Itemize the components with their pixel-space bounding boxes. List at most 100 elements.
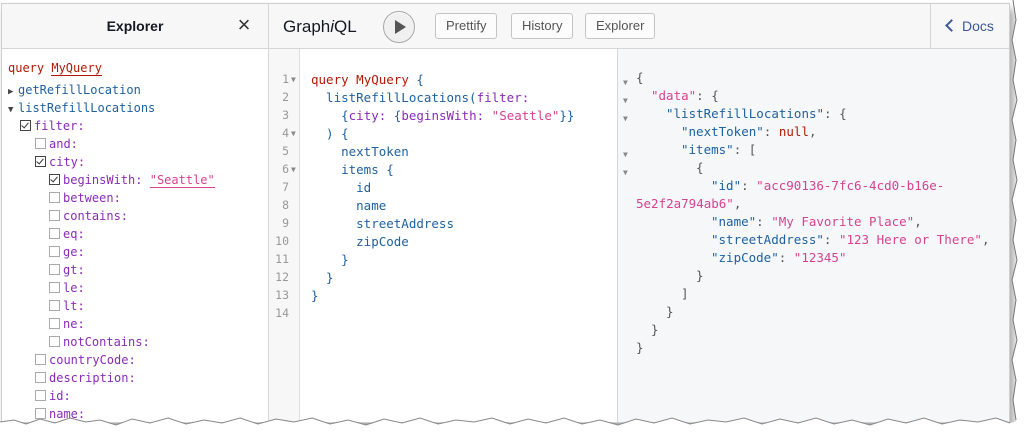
checkbox-icon[interactable] bbox=[49, 282, 60, 293]
result-line: { bbox=[636, 70, 644, 85]
code-line: query MyQuery { bbox=[311, 72, 424, 87]
close-icon[interactable]: × bbox=[234, 13, 254, 37]
code-line: items { bbox=[311, 162, 394, 177]
explorer-arg-le[interactable]: le: bbox=[8, 279, 268, 297]
line-number: 2 bbox=[282, 90, 289, 104]
fold-marker-icon[interactable]: ▼ bbox=[623, 114, 628, 123]
history-button[interactable]: History bbox=[511, 13, 574, 39]
explorer-field-getrefilllocation[interactable]: ▶ getRefillLocation bbox=[8, 81, 268, 99]
code-line: name bbox=[311, 198, 387, 213]
query-keyword: query bbox=[8, 61, 45, 75]
line-number: 9 bbox=[282, 216, 289, 230]
explorer-panel: Explorer × query MyQuery ▶ getRefillLocat… bbox=[2, 4, 269, 422]
code-line: } bbox=[311, 252, 349, 267]
explorer-arg-notcontains[interactable]: notContains: bbox=[8, 333, 268, 351]
result-line: "data": { bbox=[651, 88, 719, 103]
result-viewer[interactable]: ▼ ▼ ▼ ▼ ▼ { "data": { "listRefillLocatio… bbox=[618, 49, 1009, 422]
explorer-arg-ge[interactable]: ge: bbox=[8, 243, 268, 261]
explorer-arg-filter[interactable]: filter: bbox=[8, 117, 268, 135]
result-line: "listRefillLocations": { bbox=[666, 106, 847, 121]
code-line: streetAddress bbox=[311, 216, 454, 231]
checkbox-icon[interactable] bbox=[49, 300, 60, 311]
code-line: ) { bbox=[311, 126, 349, 141]
checkbox-icon[interactable] bbox=[49, 336, 60, 347]
checkbox-icon[interactable] bbox=[49, 228, 60, 239]
result-line: "zipCode": "12345" bbox=[711, 250, 847, 265]
line-number: 10 bbox=[275, 234, 289, 248]
prettify-button[interactable]: Prettify bbox=[435, 13, 498, 39]
explorer-field-listrefilllocations[interactable]: ▼ listRefillLocations bbox=[8, 99, 268, 117]
checkbox-icon[interactable] bbox=[35, 138, 46, 149]
explorer-arg-beginswith[interactable]: beginsWith: "Seattle" bbox=[8, 171, 268, 189]
checkbox-icon[interactable] bbox=[49, 318, 60, 329]
explorer-title: Explorer bbox=[106, 18, 164, 34]
result-line: "nextToken": null, bbox=[681, 124, 817, 139]
explorer-tree: query MyQuery ▶ getRefillLocation ▼ listRe… bbox=[2, 49, 268, 422]
result-line: { bbox=[696, 160, 704, 175]
code-line: } bbox=[311, 288, 319, 303]
code-line: listRefillLocations(filter: bbox=[311, 90, 530, 105]
result-line: } bbox=[696, 268, 704, 283]
line-number: 6 bbox=[282, 162, 289, 176]
explorer-button[interactable]: Explorer bbox=[585, 13, 656, 39]
beginswith-value-input[interactable]: "Seattle" bbox=[149, 173, 215, 188]
fold-marker-icon[interactable]: ▼ bbox=[623, 78, 628, 87]
line-number: 3 bbox=[282, 108, 289, 122]
result-line: } bbox=[651, 322, 659, 337]
line-number: 5 bbox=[282, 144, 289, 158]
checkbox-checked-icon[interactable] bbox=[49, 174, 60, 185]
fold-marker-icon[interactable]: ▼ bbox=[291, 165, 296, 174]
explorer-header: Explorer × bbox=[2, 4, 268, 49]
checkbox-icon[interactable] bbox=[49, 264, 60, 275]
explorer-arg-and[interactable]: and: bbox=[8, 135, 268, 153]
explorer-arg-city[interactable]: city: bbox=[8, 153, 268, 171]
fold-marker-icon[interactable]: ▼ bbox=[291, 75, 296, 84]
line-number: 7 bbox=[282, 180, 289, 194]
result-line: 5e2f2a794ab6", bbox=[636, 196, 742, 211]
graphiql-window: Explorer × query MyQuery ▶ getRefillLocat… bbox=[1, 3, 1010, 423]
checkbox-icon[interactable] bbox=[49, 246, 60, 257]
explorer-arg-description[interactable]: description: bbox=[8, 369, 268, 387]
explorer-arg-ne[interactable]: ne: bbox=[8, 315, 268, 333]
result-line: "items": [ bbox=[681, 142, 757, 157]
explorer-arg-gt[interactable]: gt: bbox=[8, 261, 268, 279]
result-line: ] bbox=[681, 286, 689, 301]
fold-marker-icon[interactable]: ▼ bbox=[623, 168, 628, 177]
result-line: "id": "acc90136-7fc6-4cd0-b16e- bbox=[711, 178, 945, 193]
line-number: 14 bbox=[275, 306, 289, 320]
line-number: 8 bbox=[282, 198, 289, 212]
explorer-arg-lt[interactable]: lt: bbox=[8, 297, 268, 315]
line-number: 12 bbox=[275, 270, 289, 284]
line-number: 4 bbox=[282, 126, 289, 140]
fold-marker-icon[interactable]: ▼ bbox=[623, 96, 628, 105]
explorer-arg-countrycode[interactable]: countryCode: bbox=[8, 351, 268, 369]
graphiql-toolbar: GraphiQL Prettify History Explorer Docs bbox=[269, 4, 1009, 49]
line-number: 11 bbox=[275, 252, 289, 266]
result-line: } bbox=[636, 340, 644, 355]
code-line: id bbox=[311, 180, 372, 195]
explorer-arg-contains[interactable]: contains: bbox=[8, 207, 268, 225]
checkbox-icon[interactable] bbox=[35, 372, 46, 383]
line-number: 13 bbox=[275, 288, 289, 302]
play-icon[interactable] bbox=[383, 11, 415, 43]
explorer-arg-between[interactable]: between: bbox=[8, 189, 268, 207]
checkbox-icon[interactable] bbox=[49, 192, 60, 203]
chevron-left-icon bbox=[945, 19, 958, 32]
result-line: "name": "My Favorite Place", bbox=[711, 214, 922, 229]
graphiql-logo: GraphiQL bbox=[283, 17, 357, 36]
checkbox-icon[interactable] bbox=[35, 354, 46, 365]
fold-marker-icon[interactable]: ▼ bbox=[291, 129, 296, 138]
fold-marker-icon[interactable]: ▼ bbox=[623, 150, 628, 159]
explorer-arg-eq[interactable]: eq: bbox=[8, 225, 268, 243]
checkbox-checked-icon[interactable] bbox=[20, 120, 31, 131]
torn-edge-right bbox=[1011, 0, 1024, 440]
query-editor[interactable]: 1 ▼ query MyQuery {2 listRefillLocations(f… bbox=[269, 49, 618, 422]
code-line: } bbox=[311, 270, 334, 285]
explorer-operation-row: query MyQuery bbox=[8, 59, 268, 77]
operation-name-input[interactable]: MyQuery bbox=[51, 61, 102, 76]
checkbox-icon[interactable] bbox=[49, 210, 60, 221]
torn-edge-bottom bbox=[0, 417, 1024, 440]
checkbox-checked-icon[interactable] bbox=[35, 156, 46, 167]
docs-button[interactable]: Docs bbox=[930, 4, 1009, 48]
result-line: } bbox=[666, 304, 674, 319]
